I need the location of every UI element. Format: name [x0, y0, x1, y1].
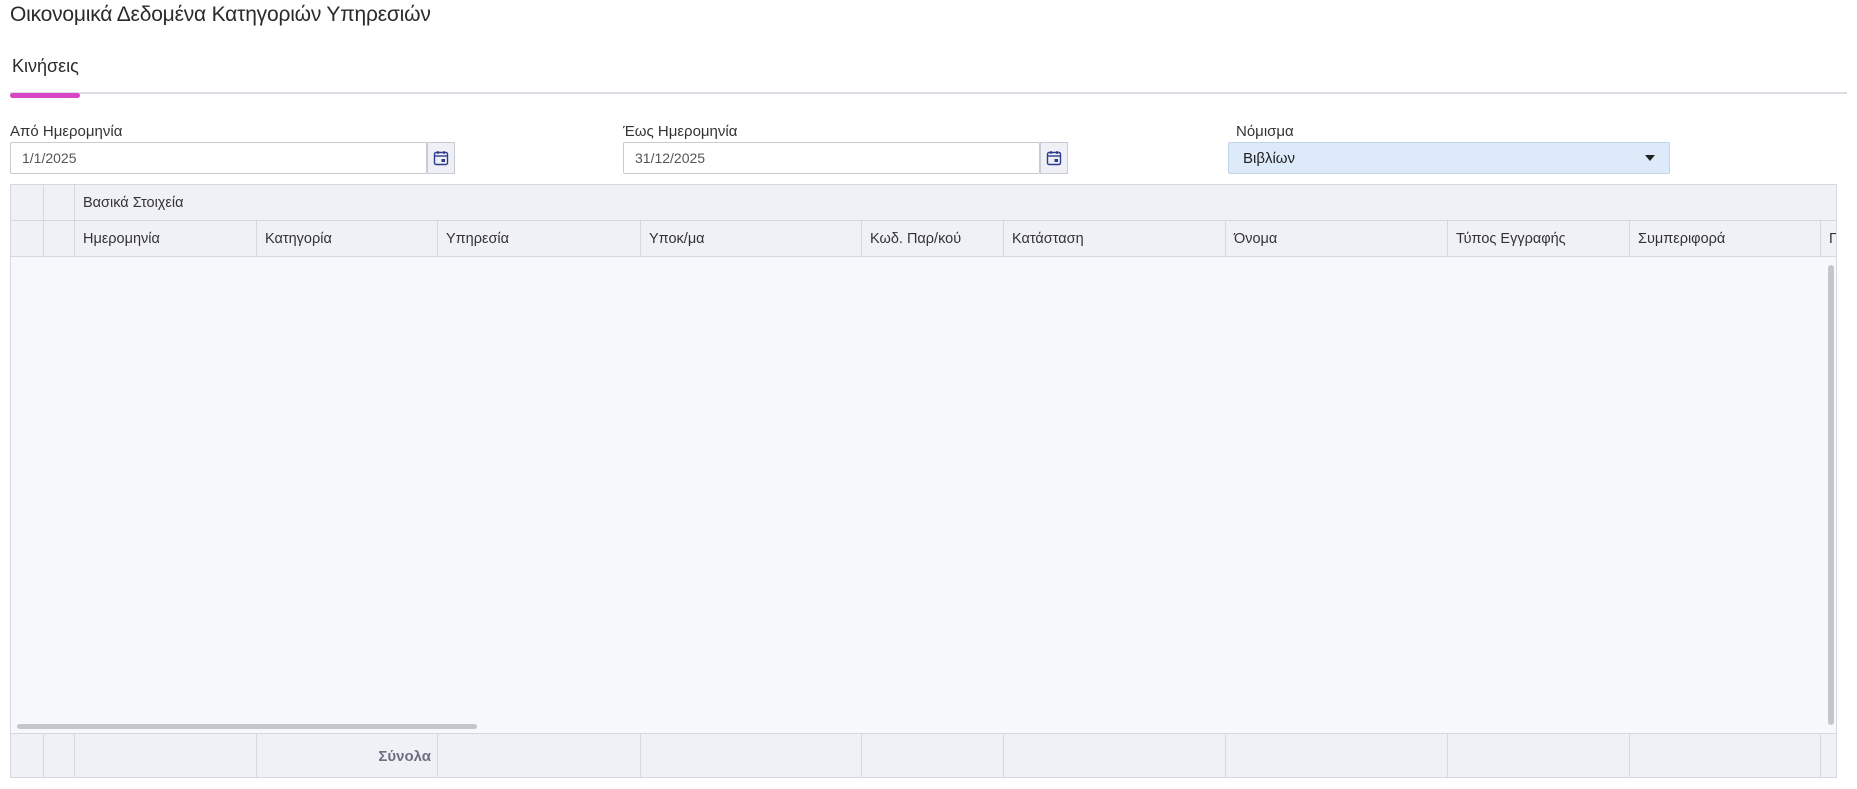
col-header-document-code[interactable]: Κωδ. Παρ/κού	[862, 221, 1004, 256]
tab-bar: Κινήσεις	[10, 50, 1847, 98]
to-date-field[interactable]: 31/12/2025	[623, 142, 1040, 174]
from-date-label: Από Ημερομηνία	[10, 123, 123, 140]
active-tab-indicator	[10, 93, 80, 98]
col-header-branch[interactable]: Υποκ/μα	[641, 221, 862, 256]
totals-cell	[75, 734, 257, 777]
totals-blank-cell	[11, 734, 44, 777]
col-header-truncated[interactable]: Γ	[1821, 221, 1836, 256]
col-header-category[interactable]: Κατηγορία	[257, 221, 438, 256]
currency-select[interactable]: Βιβλίων	[1228, 142, 1670, 174]
vertical-scrollbar[interactable]	[1828, 265, 1834, 725]
grid-column-header-row: Ημερομηνία Κατηγορία Υπηρεσία Υποκ/μα Κω…	[11, 221, 1836, 257]
group-header-basic: Βασικά Στοιχεία	[83, 194, 184, 211]
totals-cell	[641, 734, 862, 777]
to-date-label: Έως Ημερομηνία	[623, 123, 738, 140]
grid-body	[11, 257, 1836, 733]
totals-cell	[1448, 734, 1630, 777]
col-header-entry-type[interactable]: Τύπος Εγγραφής	[1448, 221, 1630, 256]
from-date-picker-button[interactable]	[427, 142, 455, 174]
from-date-field[interactable]: 1/1/2025	[10, 142, 427, 174]
calendar-icon	[433, 151, 449, 166]
select-all-cell[interactable]	[11, 185, 44, 220]
totals-cell	[1630, 734, 1821, 777]
horizontal-scrollbar[interactable]	[17, 724, 477, 729]
col-header-service[interactable]: Υπηρεσία	[438, 221, 641, 256]
header-checkbox-cell[interactable]	[11, 221, 44, 256]
tab-movements[interactable]: Κινήσεις	[10, 56, 81, 98]
calendar-icon	[1046, 151, 1062, 166]
row-indicator-header	[44, 185, 75, 220]
totals-cell	[1821, 734, 1836, 777]
totals-blank-cell	[44, 734, 75, 777]
header-indicator-cell	[44, 221, 75, 256]
col-header-date[interactable]: Ημερομηνία	[75, 221, 257, 256]
grid-totals-row: Σύνολα	[11, 733, 1836, 777]
col-header-status[interactable]: Κατάσταση	[1004, 221, 1226, 256]
caret-down-icon	[1645, 155, 1655, 161]
tab-label: Κινήσεις	[12, 56, 79, 76]
currency-value: Βιβλίων	[1243, 149, 1296, 167]
to-date-picker-button[interactable]	[1040, 142, 1068, 174]
currency-label: Νόμισμα	[1236, 123, 1294, 140]
col-header-behavior[interactable]: Συμπεριφορά	[1630, 221, 1821, 256]
totals-cell	[1226, 734, 1448, 777]
totals-cell	[438, 734, 641, 777]
totals-cell	[1004, 734, 1226, 777]
data-grid: Βασικά Στοιχεία Ημερομηνία Κατηγορία Υπη…	[10, 184, 1837, 778]
col-header-name[interactable]: Όνομα	[1226, 221, 1448, 256]
totals-label: Σύνολα	[257, 734, 438, 777]
totals-cell	[862, 734, 1004, 777]
grid-group-header-row: Βασικά Στοιχεία	[11, 185, 1836, 221]
page-title: Οικονομικά Δεδομένα Κατηγοριών Υπηρεσιών	[10, 3, 431, 26]
